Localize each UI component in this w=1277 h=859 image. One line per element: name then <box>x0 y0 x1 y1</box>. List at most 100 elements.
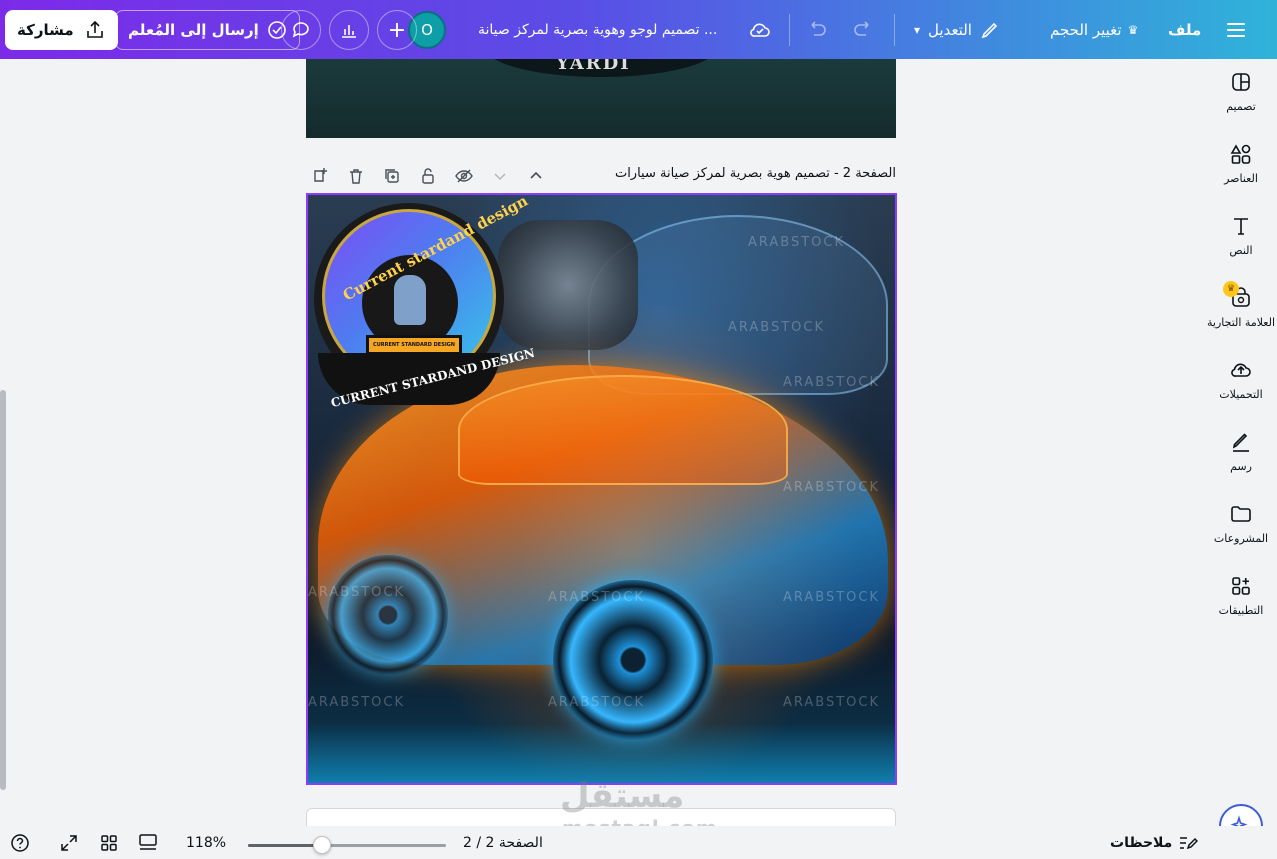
redo-button[interactable] <box>852 10 874 50</box>
sidebar-item-draw[interactable]: رسم <box>1205 419 1277 483</box>
site-watermark-arabic: مستقل <box>560 776 685 816</box>
page-view-button[interactable] <box>138 830 158 856</box>
sidebar-item-uploads[interactable]: التحميلات <box>1205 347 1277 411</box>
check-circle-icon <box>267 21 286 39</box>
add-collaborator-button[interactable]: + <box>377 10 417 50</box>
engine-graphic <box>498 220 638 350</box>
trash-icon <box>350 169 362 184</box>
crown-icon: ♛ <box>1223 281 1239 297</box>
sidebar-label: التحميلات <box>1219 387 1263 401</box>
mechanic-icon <box>394 275 426 325</box>
sidebar-label: العناصر <box>1224 171 1258 185</box>
grid-icon <box>101 835 117 851</box>
fullscreen-button[interactable] <box>59 830 79 856</box>
sidebar-item-design[interactable]: تصميم <box>1205 59 1277 123</box>
image-watermark: ARABSTOCK <box>783 695 881 710</box>
design-page-1[interactable]: YARDI <box>306 59 896 138</box>
apps-icon <box>1232 576 1250 595</box>
chevron-down-icon: ▾ <box>914 23 921 37</box>
edit-mode-dropdown[interactable]: ▾ التعديل <box>914 10 1000 50</box>
image-watermark: ARABSTOCK <box>548 695 646 710</box>
separator <box>894 14 895 46</box>
help-icon <box>11 834 29 852</box>
top-toolbar: ملف تغيير الحجم ♛ ▾ التعديل تصميم لوجو و… <box>0 0 1277 59</box>
notes-button[interactable]: ملاحظات <box>1110 830 1199 856</box>
edit-mode-label: التعديل <box>928 21 972 39</box>
image-watermark: ARABSTOCK <box>783 590 881 605</box>
cloud-save-status[interactable] <box>748 10 772 50</box>
move-page-up-button[interactable] <box>524 164 548 188</box>
lock-page-button[interactable] <box>416 164 440 188</box>
sidebar-item-apps[interactable]: التطبيقات <box>1205 563 1277 627</box>
share-upload-icon <box>86 20 103 38</box>
pencil-icon <box>981 22 998 39</box>
file-menu[interactable]: ملف <box>1168 10 1201 50</box>
zoom-slider-thumb[interactable] <box>313 836 331 854</box>
undo-icon <box>811 21 826 36</box>
zoom-value: 118% <box>186 835 227 851</box>
send-to-teacher-button[interactable]: إرسال إلى المُعلم <box>115 10 300 50</box>
logo-plate-text: CURRENT STANDARD DESIGN <box>366 335 462 355</box>
sidebar-label: رسم <box>1230 459 1252 473</box>
delete-page-button[interactable] <box>344 164 368 188</box>
add-page-button[interactable] <box>308 164 332 188</box>
bar-chart-icon <box>329 10 369 50</box>
notes-icon <box>1180 837 1199 850</box>
text-icon <box>1234 217 1248 235</box>
sidebar-label: المشروعات <box>1213 531 1269 545</box>
hide-page-button[interactable] <box>452 164 476 188</box>
resize-label: تغيير الحجم <box>1050 21 1122 39</box>
draw-icon <box>1232 432 1249 452</box>
grid-view-button[interactable] <box>99 830 119 856</box>
plus-icon: + <box>377 10 417 50</box>
zoom-level[interactable]: 118% <box>186 830 226 856</box>
redo-icon <box>854 21 869 36</box>
sidebar-item-projects[interactable]: المشروعات <box>1205 491 1277 555</box>
notes-label: ملاحظات <box>1110 835 1173 851</box>
elements-icon <box>1230 143 1251 164</box>
upload-icon <box>1231 363 1251 377</box>
expand-icon <box>61 835 77 851</box>
move-page-down-button[interactable] <box>488 164 512 188</box>
sidebar-item-brand[interactable]: ♛ العلامة التجارية <box>1205 275 1277 339</box>
image-watermark: ARABSTOCK <box>748 235 846 250</box>
share-label: مشاركة <box>17 21 74 39</box>
insights-button[interactable] <box>329 10 369 50</box>
image-watermark: ARABSTOCK <box>308 695 406 710</box>
share-button[interactable]: مشاركة <box>5 10 118 50</box>
resize-button[interactable]: تغيير الحجم ♛ <box>1050 10 1138 50</box>
sidebar-label: تصميم <box>1226 99 1256 113</box>
page-title[interactable]: الصفحة 2 - تصميم هوية بصرية لمركز صيانة … <box>615 166 896 181</box>
design-title[interactable]: تصميم لوجو وهوية بصرية لمركز صيانة ... <box>478 10 717 50</box>
sidebar-label: النص <box>1229 243 1253 257</box>
crown-icon: ♛ <box>1127 23 1139 37</box>
menu-button[interactable] <box>1226 10 1246 50</box>
image-watermark: ARABSTOCK <box>728 320 826 335</box>
sidebar-item-text[interactable]: النص <box>1205 203 1277 267</box>
company-logo[interactable]: CURRENT STANDARD DESIGN Current stardand… <box>314 195 536 413</box>
undo-button[interactable] <box>806 10 828 50</box>
car-roof-graphic <box>458 375 788 485</box>
chevron-up-icon <box>530 171 542 179</box>
help-button[interactable] <box>10 830 30 856</box>
page-indicator-label: الصفحة 2 / 2 <box>463 835 543 851</box>
unlock-icon <box>422 168 434 184</box>
vertical-scrollbar[interactable] <box>0 390 6 790</box>
sidebar-item-elements[interactable]: العناصر <box>1205 131 1277 195</box>
sidebar-label: العلامة التجارية <box>1206 315 1275 329</box>
bottom-toolbar: ملاحظات الصفحة 2 / 2 118% <box>0 826 1277 859</box>
image-watermark: ARABSTOCK <box>783 375 881 390</box>
eye-slash-icon <box>455 169 473 183</box>
rear-wheel-graphic <box>328 555 448 675</box>
image-watermark: ARABSTOCK <box>308 585 406 600</box>
page-indicator[interactable]: الصفحة 2 / 2 <box>463 830 543 856</box>
hamburger-icon <box>1227 23 1245 37</box>
duplicate-page-button[interactable] <box>380 164 404 188</box>
cloud-check-icon <box>750 23 770 37</box>
separator <box>789 14 790 46</box>
duplicate-icon <box>385 169 399 183</box>
design-page-2[interactable]: ARABSTOCK ARABSTOCK ARABSTOCK ARABSTOCK … <box>306 193 897 785</box>
add-page-icon <box>314 168 327 182</box>
folder-icon <box>1231 505 1251 522</box>
prev-page-text: YARDI <box>556 59 631 74</box>
